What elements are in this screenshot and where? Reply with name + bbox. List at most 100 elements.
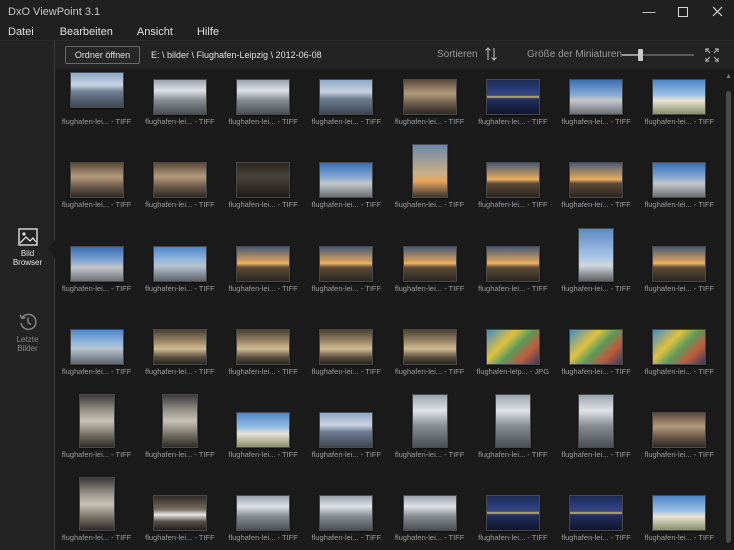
thumbnail-item[interactable]: flughafen-lei... - TIFF bbox=[388, 485, 471, 550]
thumbnail-item[interactable]: flughafen-lei... - TIFF bbox=[388, 236, 471, 319]
thumbnail-item[interactable]: flughafen-lei... - TIFF bbox=[638, 402, 721, 485]
thumbnail-size-slider[interactable] bbox=[622, 49, 694, 61]
menu-datei[interactable]: Datei bbox=[0, 23, 42, 41]
vertical-scrollbar[interactable]: ▲ bbox=[722, 69, 734, 550]
thumbnail-image[interactable] bbox=[69, 162, 124, 199]
thumbnail-item[interactable]: flughafen-lei... - TIFF bbox=[555, 319, 638, 402]
menu-ansicht[interactable]: Ansicht bbox=[129, 23, 181, 41]
thumbnail-image[interactable] bbox=[485, 162, 540, 199]
thumbnail-item[interactable]: flughafen-lei... - TIFF bbox=[638, 152, 721, 235]
thumbnail-image[interactable] bbox=[319, 162, 374, 199]
thumbnail-image[interactable] bbox=[569, 79, 624, 115]
thumbnail-image[interactable] bbox=[152, 245, 207, 282]
thumbnail-image[interactable] bbox=[69, 245, 124, 282]
thumbnail-image[interactable] bbox=[236, 245, 291, 282]
thumbnail-item[interactable]: flughafen-lei... - TIFF bbox=[55, 236, 138, 319]
thumbnail-image[interactable] bbox=[402, 79, 457, 115]
thumbnail-image[interactable] bbox=[652, 79, 707, 115]
thumbnail-image[interactable] bbox=[652, 328, 707, 365]
thumbnail-item[interactable]: flughafen-lei... - TIFF bbox=[138, 394, 221, 485]
sidebar-item-image-browser[interactable]: Bild Browser bbox=[0, 228, 55, 267]
menu-bearbeiten[interactable]: Bearbeiten bbox=[52, 23, 121, 41]
thumbnail-item[interactable]: flughafen-lei... - TIFF bbox=[555, 394, 638, 485]
thumbnail-image[interactable] bbox=[69, 72, 124, 108]
thumbnail-item[interactable]: flughafen-lei... - TIFF bbox=[555, 152, 638, 235]
thumbnail-image[interactable] bbox=[152, 162, 207, 199]
thumbnail-item[interactable]: flughafen-lei... - TIFF bbox=[471, 394, 554, 485]
thumbnail-image[interactable] bbox=[485, 245, 540, 282]
thumbnail-item[interactable]: flughafen-lei... - TIFF bbox=[638, 69, 721, 152]
thumbnail-image[interactable] bbox=[485, 328, 540, 365]
thumbnail-item[interactable]: flughafen-leip... - JPG bbox=[471, 319, 554, 402]
thumbnail-image[interactable] bbox=[411, 144, 448, 199]
fit-to-window-icon[interactable] bbox=[705, 48, 719, 62]
thumbnail-image[interactable] bbox=[152, 79, 207, 115]
thumbnail-image[interactable] bbox=[578, 394, 615, 449]
thumbnail-item[interactable]: flughafen-lei... - TIFF bbox=[305, 152, 388, 235]
thumbnail-image[interactable] bbox=[485, 495, 540, 532]
thumbnail-item[interactable]: flughafen-lei... - TIFF bbox=[471, 485, 554, 550]
thumbnail-image[interactable] bbox=[319, 412, 374, 449]
thumbnail-image[interactable] bbox=[152, 495, 207, 532]
thumbnail-image[interactable] bbox=[78, 477, 115, 532]
thumbnail-item[interactable]: flughafen-lei... - TIFF bbox=[388, 69, 471, 152]
thumbnail-item[interactable]: flughafen-lei... - TIFF bbox=[305, 485, 388, 550]
scroll-up-icon[interactable]: ▲ bbox=[725, 73, 732, 80]
thumbnail-image[interactable] bbox=[652, 162, 707, 199]
thumbnail-image[interactable] bbox=[78, 394, 115, 449]
thumbnail-image[interactable] bbox=[485, 79, 540, 115]
thumbnail-image[interactable] bbox=[319, 495, 374, 532]
thumbnail-item[interactable]: flughafen-lei... - TIFF bbox=[138, 69, 221, 152]
thumbnail-item[interactable]: flughafen-lei... - TIFF bbox=[555, 227, 638, 319]
thumbnail-item[interactable]: flughafen-lei... - TIFF bbox=[471, 152, 554, 235]
thumbnail-item[interactable]: flughafen-lei... - TIFF bbox=[55, 477, 138, 550]
thumbnail-item[interactable]: flughafen-lei... - TIFF bbox=[55, 394, 138, 485]
thumbnail-image[interactable] bbox=[569, 162, 624, 199]
thumbnail-image[interactable] bbox=[402, 245, 457, 282]
sidebar-item-recent-images[interactable]: Letzte Bilder bbox=[0, 312, 55, 353]
thumbnail-image[interactable] bbox=[319, 245, 374, 282]
thumbnail-item[interactable]: flughafen-lei... - TIFF bbox=[305, 319, 388, 402]
thumbnail-item[interactable]: flughafen-lei... - TIFF bbox=[471, 69, 554, 152]
thumbnail-item[interactable]: flughafen-lei... - TIFF bbox=[638, 485, 721, 550]
thumbnail-image[interactable] bbox=[236, 412, 291, 449]
thumbnail-image[interactable] bbox=[236, 328, 291, 365]
thumbnail-image[interactable] bbox=[152, 328, 207, 365]
thumbnail-item[interactable]: flughafen-lei... - TIFF bbox=[388, 394, 471, 485]
thumbnail-image[interactable] bbox=[402, 495, 457, 532]
slider-handle[interactable] bbox=[638, 49, 643, 61]
thumbnail-item[interactable]: flughafen-lei... - TIFF bbox=[388, 144, 471, 235]
thumbnail-item[interactable]: flughafen-lei... - TIFF bbox=[222, 485, 305, 550]
thumbnail-item[interactable]: flughafen-lei... - TIFF bbox=[305, 236, 388, 319]
scrollbar-thumb[interactable] bbox=[726, 91, 731, 543]
thumbnail-image[interactable] bbox=[411, 394, 448, 449]
sort-order-icon[interactable] bbox=[485, 47, 497, 61]
thumbnail-image[interactable] bbox=[236, 495, 291, 532]
thumbnail-item[interactable]: flughafen-lei... - TIFF bbox=[388, 319, 471, 402]
thumbnail-image[interactable] bbox=[319, 328, 374, 365]
thumbnail-image[interactable] bbox=[569, 328, 624, 365]
thumbnail-item[interactable]: flughafen-lei... - TIFF bbox=[555, 69, 638, 152]
thumbnail-image[interactable] bbox=[652, 245, 707, 282]
sort-label[interactable]: Sortieren bbox=[437, 49, 478, 60]
thumbnail-item[interactable]: flughafen-lei... - TIFF bbox=[305, 402, 388, 485]
thumbnail-image[interactable] bbox=[236, 79, 291, 115]
thumbnail-item[interactable]: flughafen-lei... - TIFF bbox=[471, 236, 554, 319]
close-icon[interactable] bbox=[700, 0, 734, 23]
menu-hilfe[interactable]: Hilfe bbox=[189, 23, 227, 41]
thumbnail-item[interactable]: flughafen-lei... - TIFF bbox=[555, 485, 638, 550]
thumbnail-item[interactable]: flughafen-lei... - TIFF bbox=[55, 319, 138, 402]
thumbnail-image[interactable] bbox=[161, 394, 198, 449]
thumbnail-item[interactable]: flughafen-lei... - TIFF bbox=[222, 402, 305, 485]
thumbnail-item[interactable]: flughafen-lei... - TIFF bbox=[305, 69, 388, 152]
maximize-icon[interactable] bbox=[666, 0, 700, 23]
thumbnail-item[interactable]: flughafen-lei... - TIFF bbox=[222, 69, 305, 152]
thumbnail-item[interactable]: flughafen-lei... - TIFF bbox=[138, 319, 221, 402]
thumbnail-item[interactable]: flughafen-lei... - TIFF bbox=[138, 236, 221, 319]
thumbnail-item[interactable]: flughafen-lei... - TIFF bbox=[638, 236, 721, 319]
thumbnail-item[interactable]: flughafen-lei... - TIFF bbox=[222, 319, 305, 402]
thumbnail-image[interactable] bbox=[652, 412, 707, 449]
thumbnail-item[interactable]: flughafen-lei... - TIFF bbox=[222, 236, 305, 319]
thumbnail-item[interactable]: flughafen-lei... - TIFF bbox=[55, 152, 138, 235]
thumbnail-image[interactable] bbox=[494, 394, 531, 449]
